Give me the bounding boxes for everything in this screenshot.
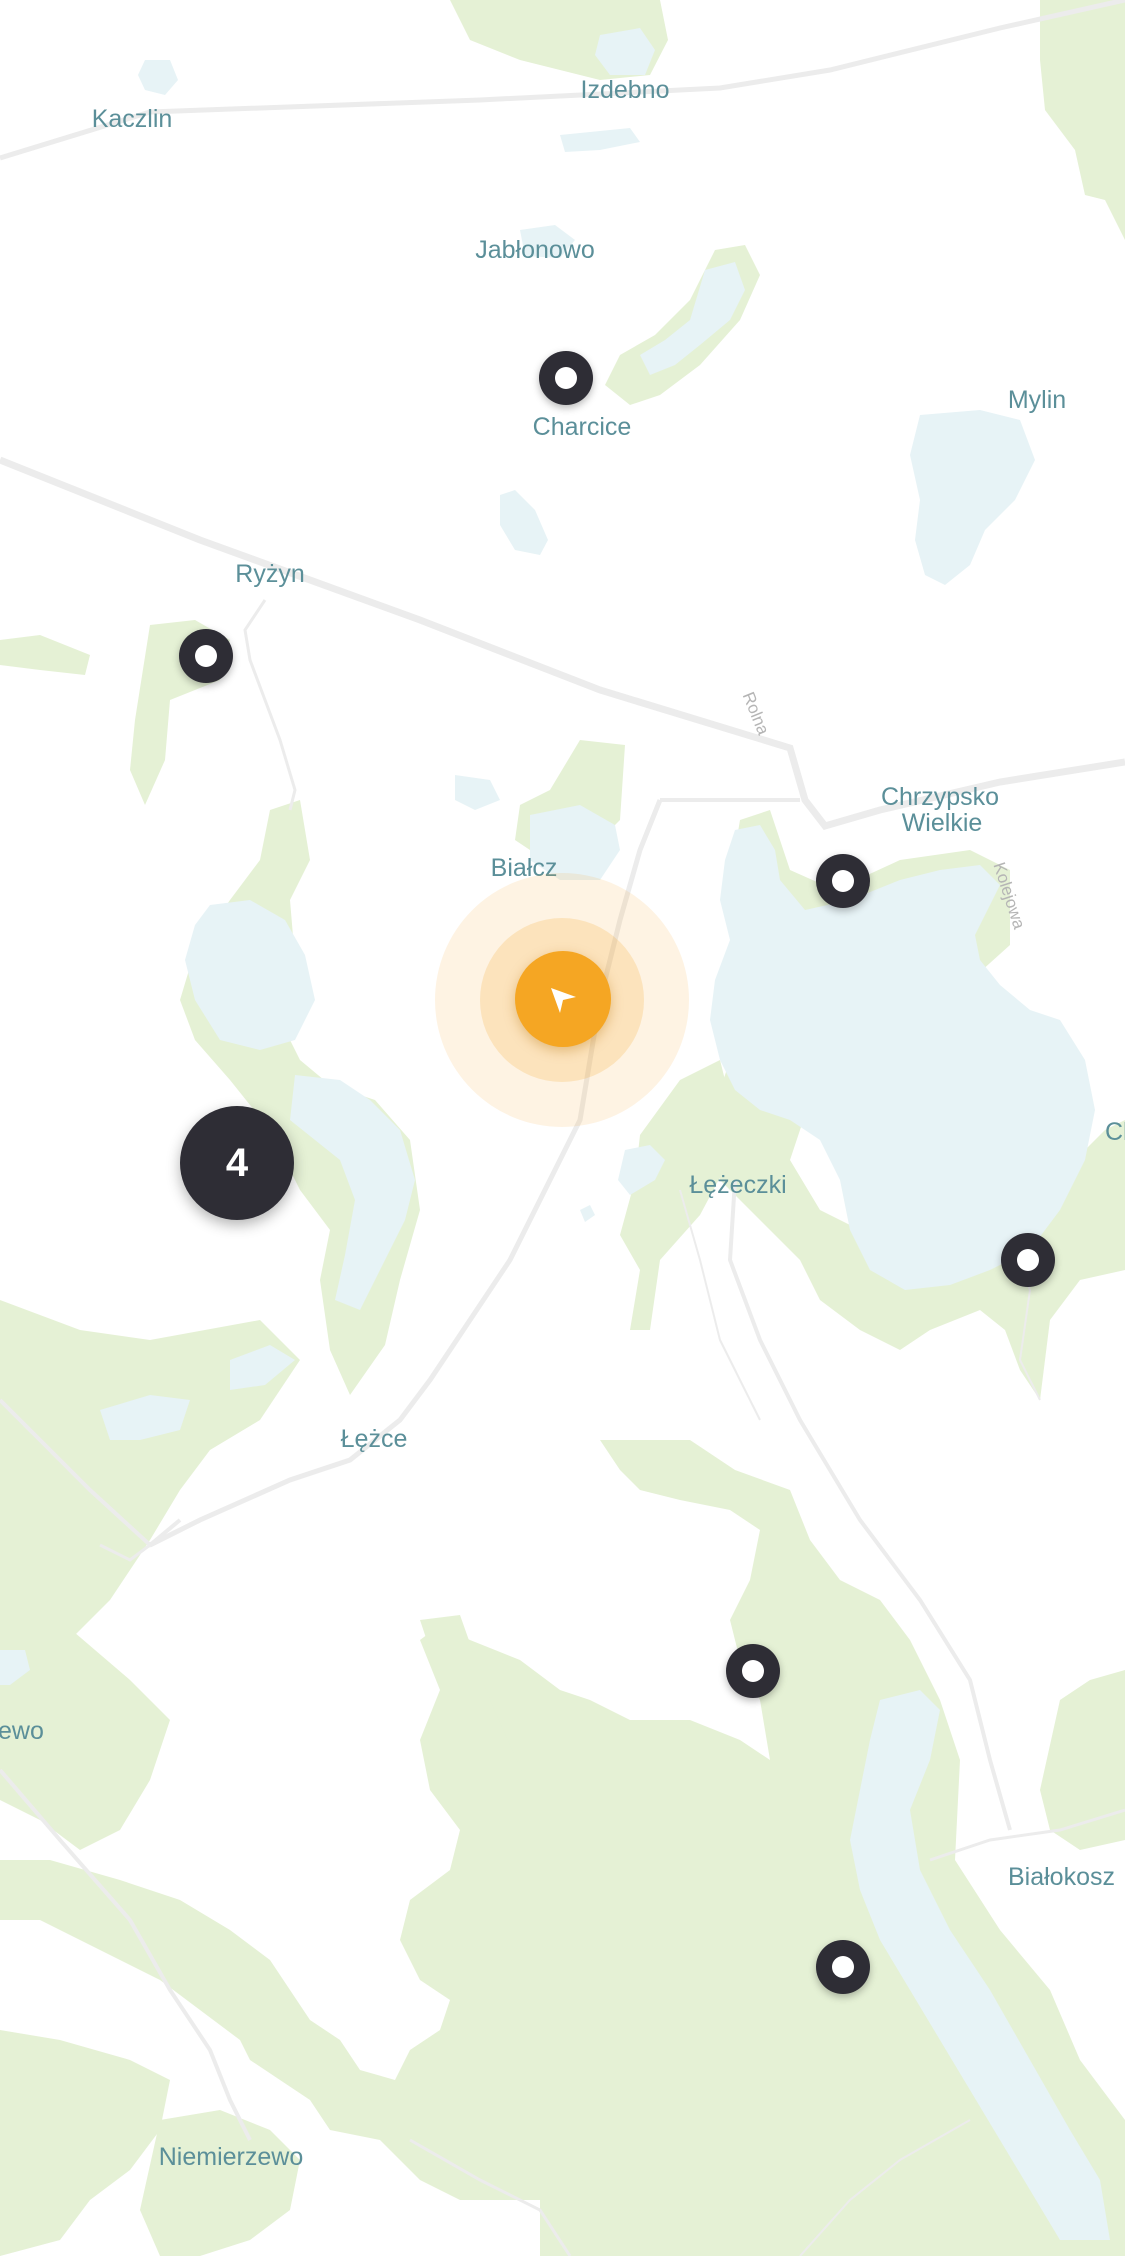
place-label-chrzypsko-line2: Wielkie: [901, 809, 983, 837]
map-marker-forest-south[interactable]: [726, 1644, 780, 1698]
place-label-chrzypsko-line1: Chrzypsko: [880, 783, 1000, 811]
place-label-ryzyn: Ryżyn: [235, 560, 305, 588]
place-label-lezeczki: Łężeczki: [689, 1171, 787, 1199]
map-marker-lake-east[interactable]: [1001, 1233, 1055, 1287]
place-label-bialokosz: Białokosz: [1008, 1863, 1115, 1891]
place-label-jablonowo: Jabłonowo: [475, 236, 595, 264]
place-label-ewo: ewo: [0, 1717, 44, 1745]
place-label-izdebno: Izdebno: [580, 76, 670, 104]
map-marker-chrzypsko[interactable]: [816, 854, 870, 908]
map-marker-ryzyn[interactable]: [179, 629, 233, 683]
place-label-mylin: Mylin: [1007, 386, 1067, 414]
map-marker-charcice[interactable]: [539, 351, 593, 405]
map-view[interactable]: Kaczlin Izdebno Jabłonowo Charcice Mylin…: [0, 0, 1125, 2257]
place-label-ch: Ch: [1105, 1118, 1125, 1146]
place-label-niemierzewo: Niemierzewo: [158, 2143, 304, 2171]
place-label-charcice: Charcice: [532, 413, 632, 441]
marker-cluster[interactable]: 4: [180, 1106, 294, 1220]
current-location-button[interactable]: [515, 951, 611, 1047]
map-base-layer[interactable]: [0, 0, 1125, 2257]
place-label-lezce: Łężce: [340, 1425, 408, 1453]
map-marker-bialokosz[interactable]: [816, 1940, 870, 1994]
place-label-kaczlin: Kaczlin: [91, 105, 173, 133]
navigation-arrow-icon: [551, 988, 576, 1013]
